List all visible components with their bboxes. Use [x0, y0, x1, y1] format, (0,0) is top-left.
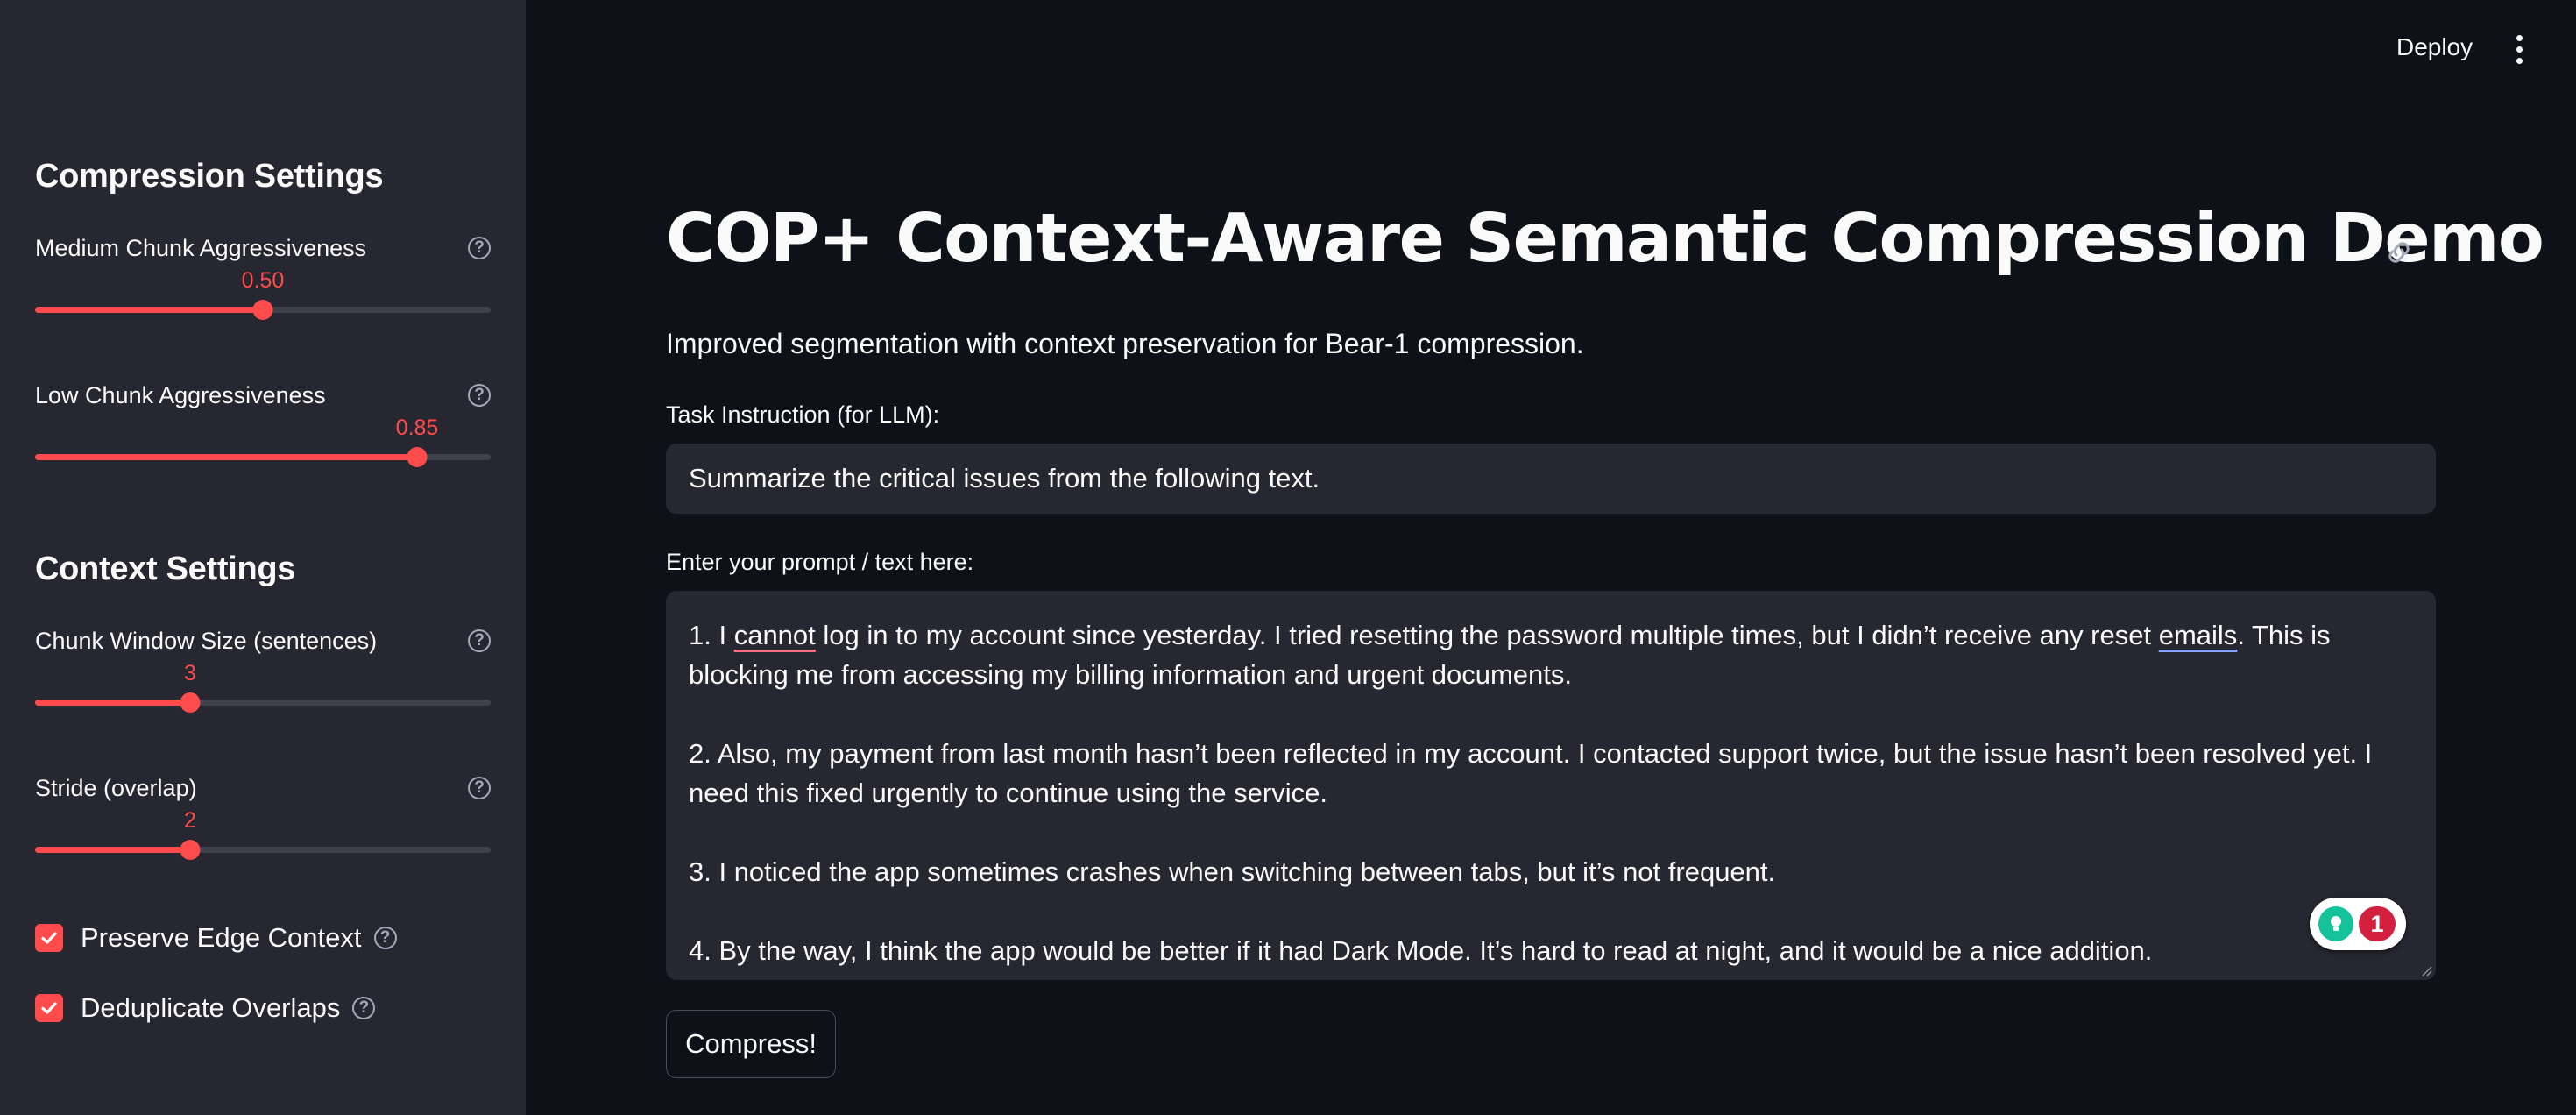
- grammar-assistant-badge[interactable]: 1: [2310, 898, 2406, 950]
- checkbox-checked[interactable]: [35, 994, 63, 1022]
- help-icon[interactable]: ?: [468, 777, 491, 799]
- kebab-dot: [2516, 58, 2523, 64]
- slider-fill: [35, 847, 190, 853]
- slider-label: Medium Chunk Aggressiveness: [35, 235, 367, 261]
- prompt-label: Enter your prompt / text here:: [666, 549, 974, 575]
- spellcheck-flagged-word[interactable]: emails: [2159, 620, 2238, 650]
- page-title: COP+ Context-Aware Semantic Compression …: [666, 200, 2544, 278]
- slider-value: 3: [184, 661, 196, 685]
- task-instruction-input[interactable]: Summarize the critical issues from the f…: [666, 444, 2436, 514]
- slider-thumb[interactable]: [407, 447, 428, 467]
- page-subtitle: Improved segmentation with context prese…: [666, 328, 1584, 359]
- text-segment: log in to my account since yesterday. I …: [815, 620, 2159, 650]
- sidebar: Compression Settings Medium Chunk Aggres…: [0, 0, 526, 1115]
- slider-label: Low Chunk Aggressiveness: [35, 382, 326, 408]
- slider-track[interactable]: [35, 840, 491, 860]
- prompt-paragraph-1: 1. I cannot log in to my account since y…: [689, 615, 2413, 694]
- help-icon[interactable]: ?: [352, 997, 376, 1019]
- slider-thumb[interactable]: [180, 692, 201, 713]
- prompt-textarea[interactable]: 1. I cannot log in to my account since y…: [666, 591, 2436, 980]
- kebab-dot: [2516, 46, 2523, 53]
- prompt-paragraph-2: 2. Also, my payment from last month hasn…: [689, 738, 2373, 808]
- slider-label: Chunk Window Size (sentences): [35, 628, 378, 654]
- slider-fill: [35, 700, 190, 706]
- deduplicate-overlaps-checkbox-row[interactable]: Deduplicate Overlaps ?: [35, 991, 376, 1026]
- slider-value: 0.85: [395, 415, 439, 440]
- deploy-button[interactable]: Deploy: [2396, 33, 2473, 61]
- slider-thumb[interactable]: [180, 840, 201, 860]
- context-settings-heading: Context Settings: [35, 550, 296, 587]
- task-instruction-label: Task Instruction (for LLM):: [666, 401, 940, 428]
- resize-handle-icon[interactable]: [2420, 964, 2432, 977]
- kebab-menu-icon[interactable]: [2511, 35, 2529, 65]
- compression-settings-heading: Compression Settings: [35, 158, 384, 195]
- slider-label: Stride (overlap): [35, 775, 197, 801]
- check-icon: [41, 932, 57, 944]
- text-segment: 1. I: [689, 620, 734, 650]
- slider-fill: [35, 454, 417, 460]
- slider-track[interactable]: [35, 300, 491, 320]
- lightbulb-glyph: [2331, 916, 2341, 931]
- compress-button[interactable]: Compress!: [666, 1010, 836, 1078]
- slider-track[interactable]: [35, 692, 491, 713]
- chunk-window-size-slider: Chunk Window Size (sentences) ? 3: [35, 628, 491, 724]
- issue-count-badge: 1: [2359, 906, 2396, 941]
- preserve-edge-context-checkbox-row[interactable]: Preserve Edge Context ?: [35, 920, 397, 955]
- help-icon[interactable]: ?: [468, 384, 491, 407]
- prompt-paragraph-4: 4. By the way, I think the app would be …: [689, 935, 2153, 966]
- checkbox-label[interactable]: Preserve Edge Context: [81, 922, 362, 954]
- prompt-paragraph-3: 3. I noticed the app sometimes crashes w…: [689, 856, 1776, 887]
- stride-overlap-slider: Stride (overlap) ? 2: [35, 775, 491, 871]
- help-icon[interactable]: ?: [373, 927, 397, 949]
- lightbulb-icon: [2318, 906, 2353, 941]
- kebab-dot: [2516, 35, 2523, 41]
- check-icon: [41, 1002, 57, 1014]
- slider-fill: [35, 307, 263, 313]
- checkbox-checked[interactable]: [35, 924, 63, 952]
- slider-track[interactable]: [35, 447, 491, 467]
- slider-value: 0.50: [241, 268, 285, 293]
- checkbox-label[interactable]: Deduplicate Overlaps: [81, 992, 340, 1024]
- medium-chunk-aggressiveness-slider: Medium Chunk Aggressiveness ? 0.50: [35, 235, 491, 331]
- anchor-link-icon[interactable]: [2383, 237, 2415, 268]
- help-icon[interactable]: ?: [468, 629, 491, 652]
- help-icon[interactable]: ?: [468, 237, 491, 259]
- slider-value: 2: [184, 808, 196, 833]
- spellcheck-flagged-word[interactable]: cannot: [734, 620, 816, 650]
- low-chunk-aggressiveness-slider: Low Chunk Aggressiveness ? 0.85: [35, 382, 491, 479]
- slider-thumb[interactable]: [252, 300, 273, 320]
